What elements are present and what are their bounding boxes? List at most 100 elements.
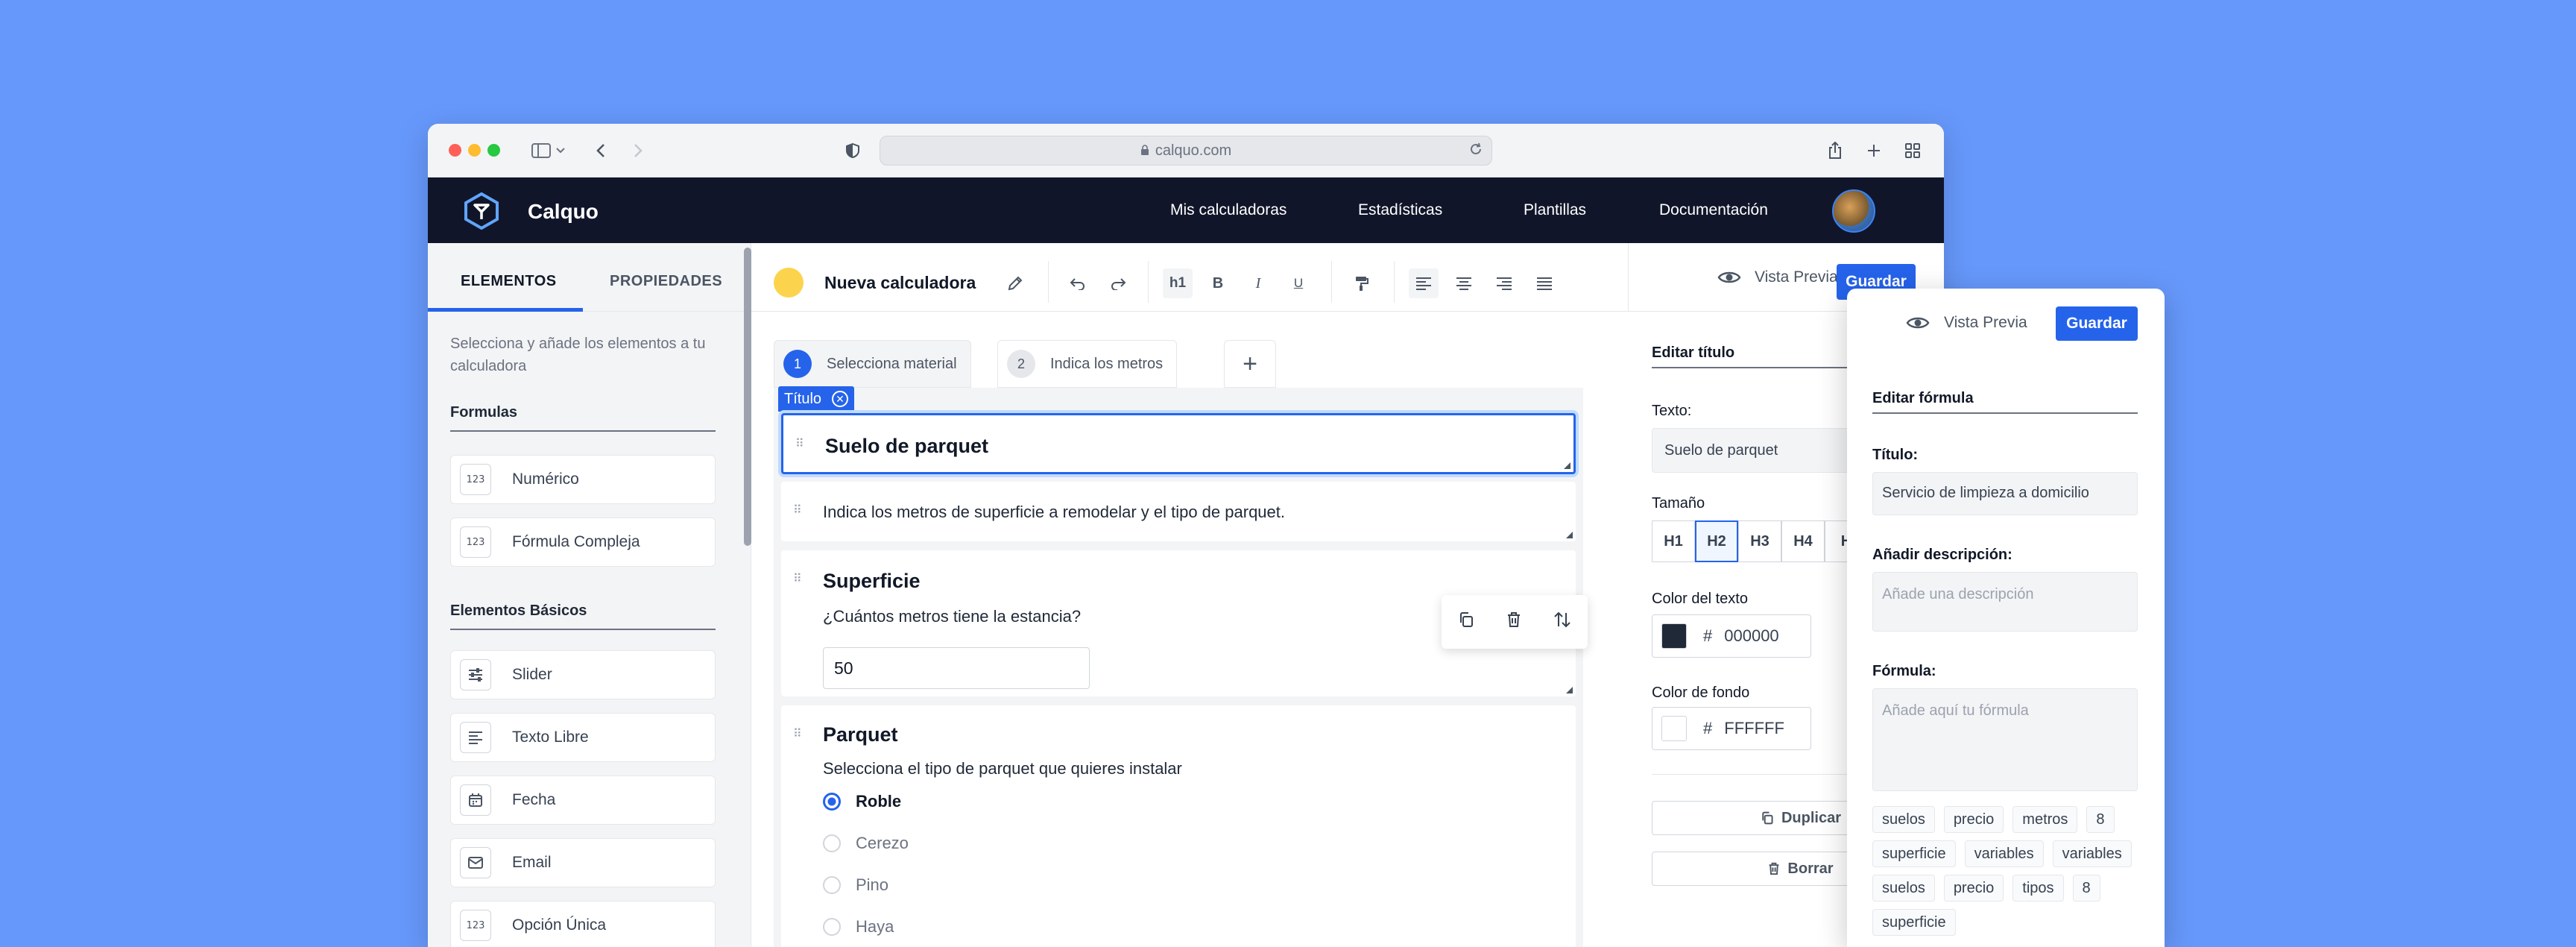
card-save-button[interactable]: Guardar <box>2056 306 2138 341</box>
element-formula-compleja[interactable]: 123 Fórmula Compleja <box>450 517 716 567</box>
background-color-value[interactable]: FFFFFF <box>1724 719 1784 738</box>
text-color-field[interactable]: # 000000 <box>1652 614 1811 658</box>
description-text[interactable]: Indica los metros de superficie a remode… <box>823 503 1285 522</box>
element-slider[interactable]: Slider <box>450 650 716 699</box>
variable-tag[interactable]: 8 <box>2072 875 2100 902</box>
step-tab-2[interactable]: 2 Indica los metros <box>997 340 1178 388</box>
add-step-button[interactable]: + <box>1224 340 1276 388</box>
align-right-icon[interactable] <box>1489 268 1519 298</box>
card-preview-button[interactable]: Vista Previa <box>1905 314 2027 332</box>
new-tab-icon[interactable] <box>1860 137 1887 164</box>
align-left-icon[interactable] <box>1409 268 1439 298</box>
step-tab-1[interactable]: 1 Selecciona material <box>774 340 971 388</box>
titulo-input[interactable]: Servicio de limpieza a domicilio <box>1872 472 2138 515</box>
variable-tag[interactable]: 8 <box>2086 806 2115 833</box>
redo-icon[interactable] <box>1103 268 1133 298</box>
element-email[interactable]: Email <box>450 838 716 887</box>
brand-name[interactable]: Calquo <box>528 200 599 224</box>
tab-propiedades[interactable]: PROPIEDADES <box>610 273 722 290</box>
description-block[interactable]: ⠿ Indica los metros de superficie a remo… <box>781 482 1576 541</box>
drag-handle-icon[interactable]: ⠿ <box>793 726 802 741</box>
calquo-logo-icon[interactable] <box>464 192 499 230</box>
nav-plantillas[interactable]: Plantillas <box>1524 177 1586 243</box>
align-justify-icon[interactable] <box>1530 268 1559 298</box>
radio-option-roble[interactable]: Roble <box>823 792 901 811</box>
sidebar-icon[interactable] <box>528 137 555 164</box>
back-icon[interactable] <box>587 137 614 164</box>
variable-tag[interactable]: precio <box>1943 806 2004 833</box>
heading-h1-button[interactable]: h1 <box>1163 268 1193 298</box>
variable-tag[interactable]: variables <box>2052 840 2132 867</box>
radio-option-cerezo[interactable]: Cerezo <box>823 834 909 853</box>
undo-icon[interactable] <box>1063 268 1093 298</box>
variable-tag[interactable]: superficie <box>1872 840 1956 867</box>
background-color-swatch[interactable] <box>1661 716 1687 741</box>
element-opcion-unica[interactable]: 123 Opción Única <box>450 901 716 947</box>
descripcion-input[interactable]: Añade una descripción <box>1872 572 2138 632</box>
variable-tag[interactable]: variables <box>1964 840 2044 867</box>
avatar[interactable] <box>1832 189 1875 233</box>
text-color-swatch[interactable] <box>1661 623 1687 649</box>
size-h1-button[interactable]: H1 <box>1652 520 1695 562</box>
tab-overview-icon[interactable] <box>1899 137 1926 164</box>
variable-tag[interactable]: tipos <box>2012 875 2064 902</box>
close-icon[interactable]: ✕ <box>832 391 849 407</box>
drag-handle-icon[interactable]: ⠿ <box>793 571 802 586</box>
copy-icon[interactable] <box>1458 611 1474 632</box>
variable-tag[interactable]: metros <box>2012 806 2078 833</box>
resize-handle-icon[interactable] <box>1566 687 1573 693</box>
variable-tag[interactable]: superficie <box>1872 909 1956 936</box>
bold-button[interactable]: B <box>1203 268 1233 298</box>
drag-handle-icon[interactable]: ⠿ <box>793 503 802 517</box>
forward-icon[interactable] <box>625 137 651 164</box>
reorder-arrows-icon[interactable] <box>1553 611 1571 632</box>
address-bar[interactable]: calquo.com <box>880 136 1492 166</box>
resize-handle-icon[interactable] <box>1564 462 1570 469</box>
share-icon[interactable] <box>1822 137 1849 164</box>
radio-option-pino[interactable]: Pino <box>823 875 888 895</box>
maximize-window-button[interactable] <box>487 144 500 157</box>
size-h3-button[interactable]: H3 <box>1738 520 1781 562</box>
size-h4-button[interactable]: H4 <box>1781 520 1825 562</box>
element-numerico[interactable]: 123 Numérico <box>450 455 716 504</box>
trash-icon[interactable] <box>1506 611 1521 632</box>
superficie-input[interactable]: 50 <box>823 647 1090 689</box>
align-center-icon[interactable] <box>1449 268 1479 298</box>
nav-mis-calculadoras[interactable]: Mis calculadoras <box>1170 177 1287 243</box>
element-fecha[interactable]: Fecha <box>450 775 716 825</box>
chevron-down-icon[interactable] <box>552 137 569 164</box>
size-h2-button[interactable]: H2 <box>1695 520 1738 562</box>
background-color-field[interactable]: # FFFFFF <box>1652 707 1811 750</box>
radio-option-haya[interactable]: Haya <box>823 917 894 937</box>
nav-estadisticas[interactable]: Estadísticas <box>1358 177 1442 243</box>
title-block[interactable]: ⠿ Suelo de parquet <box>781 413 1576 474</box>
variable-tag[interactable]: precio <box>1943 875 2004 902</box>
element-texto-libre[interactable]: Texto Libre <box>450 713 716 762</box>
formula-input[interactable]: Añade aquí tu fórmula <box>1872 688 2138 791</box>
underline-button[interactable]: U <box>1284 268 1313 298</box>
step-label: Selecciona material <box>827 355 957 372</box>
privacy-shield-icon[interactable] <box>839 137 866 164</box>
calculator-name[interactable]: Nueva calculadora <box>824 273 976 293</box>
sidebar-scrollbar[interactable] <box>744 248 751 546</box>
text-color-value[interactable]: 000000 <box>1724 626 1778 646</box>
minimize-window-button[interactable] <box>468 144 481 157</box>
parquet-block[interactable]: ⠿ Parquet Selecciona el tipo de parquet … <box>781 705 1576 947</box>
reload-icon[interactable] <box>1468 141 1484 162</box>
single-option-icon: 123 <box>460 910 491 941</box>
italic-button[interactable]: I <box>1243 268 1273 298</box>
calculator-color-indicator[interactable] <box>774 268 804 298</box>
title-text[interactable]: Suelo de parquet <box>825 435 988 458</box>
edit-name-pencil-icon[interactable] <box>1000 268 1030 298</box>
preview-button[interactable]: Vista Previa <box>1717 268 1838 286</box>
drag-handle-icon[interactable]: ⠿ <box>795 436 804 451</box>
parquet-title: Parquet <box>823 723 898 746</box>
variable-tag[interactable]: suelos <box>1872 875 1935 902</box>
resize-handle-icon[interactable] <box>1566 532 1573 538</box>
close-window-button[interactable] <box>449 144 461 157</box>
parquet-question: Selecciona el tipo de parquet que quiere… <box>823 759 1182 778</box>
tab-elementos[interactable]: ELEMENTOS <box>461 273 557 290</box>
variable-tag[interactable]: suelos <box>1872 806 1935 833</box>
nav-documentacion[interactable]: Documentación <box>1659 177 1768 243</box>
format-painter-icon[interactable] <box>1346 268 1376 298</box>
